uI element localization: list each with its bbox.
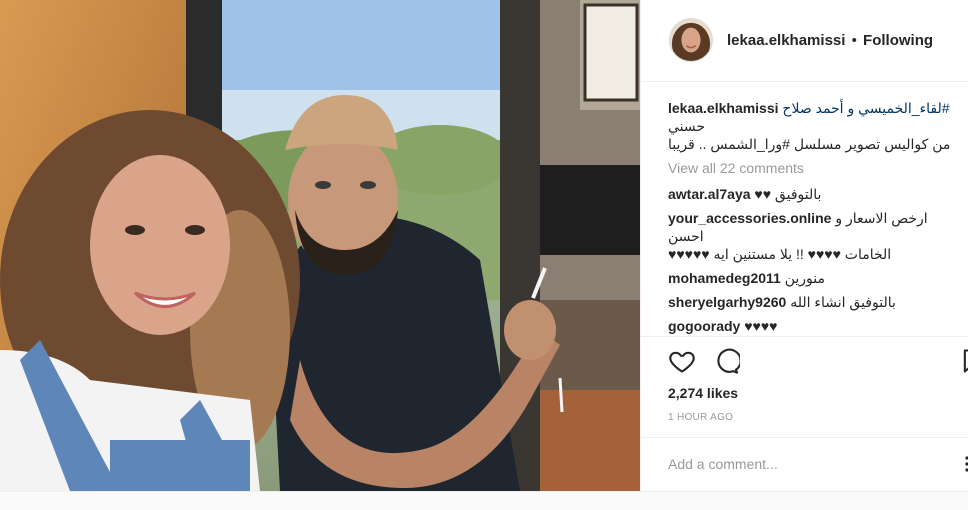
post-details-panel: lekaa.elkhamissi • Following lekaa.elkha… [640, 0, 968, 491]
comment-username[interactable]: sheryelgarhy9260 [668, 294, 786, 310]
follow-status-button[interactable]: Following [863, 32, 933, 49]
list-item: awtar.al7aya بالتوفيق ♥♥ [668, 185, 966, 203]
comment-text: منورين [784, 270, 826, 286]
page-bottom-divider [0, 491, 968, 510]
caption-username[interactable]: lekaa.elkhamissi [668, 100, 779, 116]
add-comment-input[interactable] [668, 452, 948, 476]
header-text: lekaa.elkhamissi • Following [727, 32, 933, 49]
post-actions-bar [641, 336, 968, 386]
caption-line-2: حسني [668, 118, 706, 134]
post-timestamp[interactable]: 1 HOUR AGO [668, 412, 733, 423]
post-caption: lekaa.elkhamissi #لقاء_الخميسي و أحمد صل… [668, 99, 966, 153]
post-header: lekaa.elkhamissi • Following [641, 0, 968, 82]
post-photo-illustration [0, 0, 640, 491]
list-item: mohamedeg2011 منورين [668, 269, 966, 287]
avatar-image [670, 19, 712, 61]
view-all-comments-link[interactable]: View all 22 comments [668, 159, 966, 177]
avatar[interactable] [669, 18, 713, 62]
comment-bubble-icon[interactable] [712, 347, 740, 375]
comment-username[interactable]: awtar.al7aya [668, 186, 751, 202]
comment-text: ♥♥♥♥ [744, 318, 778, 334]
comment-username[interactable]: your_accessories.online [668, 210, 831, 226]
list-item: sheryelgarhy9260 بالتوفيق انشاء الله [668, 293, 966, 311]
comment-text-continued: الخامات ♥♥♥♥ !! يلا مستنين ايه ♥♥♥♥♥ [668, 246, 892, 262]
comment-username[interactable]: gogoorady [668, 318, 740, 334]
more-options-icon[interactable] [957, 454, 968, 474]
bookmark-icon[interactable] [959, 347, 968, 375]
post-photo[interactable] [0, 0, 640, 491]
likes-count[interactable]: 2,274 likes [668, 385, 738, 401]
comment-text: بالتوفيق انشاء الله [790, 294, 896, 310]
caption-line-3: من كواليس تصوير مسلسل #ورا_الشمس .. قريب… [668, 136, 951, 152]
heart-icon[interactable] [668, 347, 696, 375]
add-comment-bar [641, 437, 968, 491]
header-username[interactable]: lekaa.elkhamissi [727, 32, 845, 49]
caption-line-1[interactable]: #لقاء_الخميسي و أحمد صلاح [782, 100, 949, 116]
comment-username[interactable]: mohamedeg2011 [668, 270, 781, 286]
comments-section: lekaa.elkhamissi #لقاء_الخميسي و أحمد صل… [668, 99, 966, 341]
list-item: your_accessories.online ارخص الاسعار و ا… [668, 209, 966, 263]
header-separator: • [851, 32, 857, 49]
list-item: gogoorady ♥♥♥♥ [668, 317, 966, 335]
comment-text: بالتوفيق ♥♥ [754, 186, 822, 202]
